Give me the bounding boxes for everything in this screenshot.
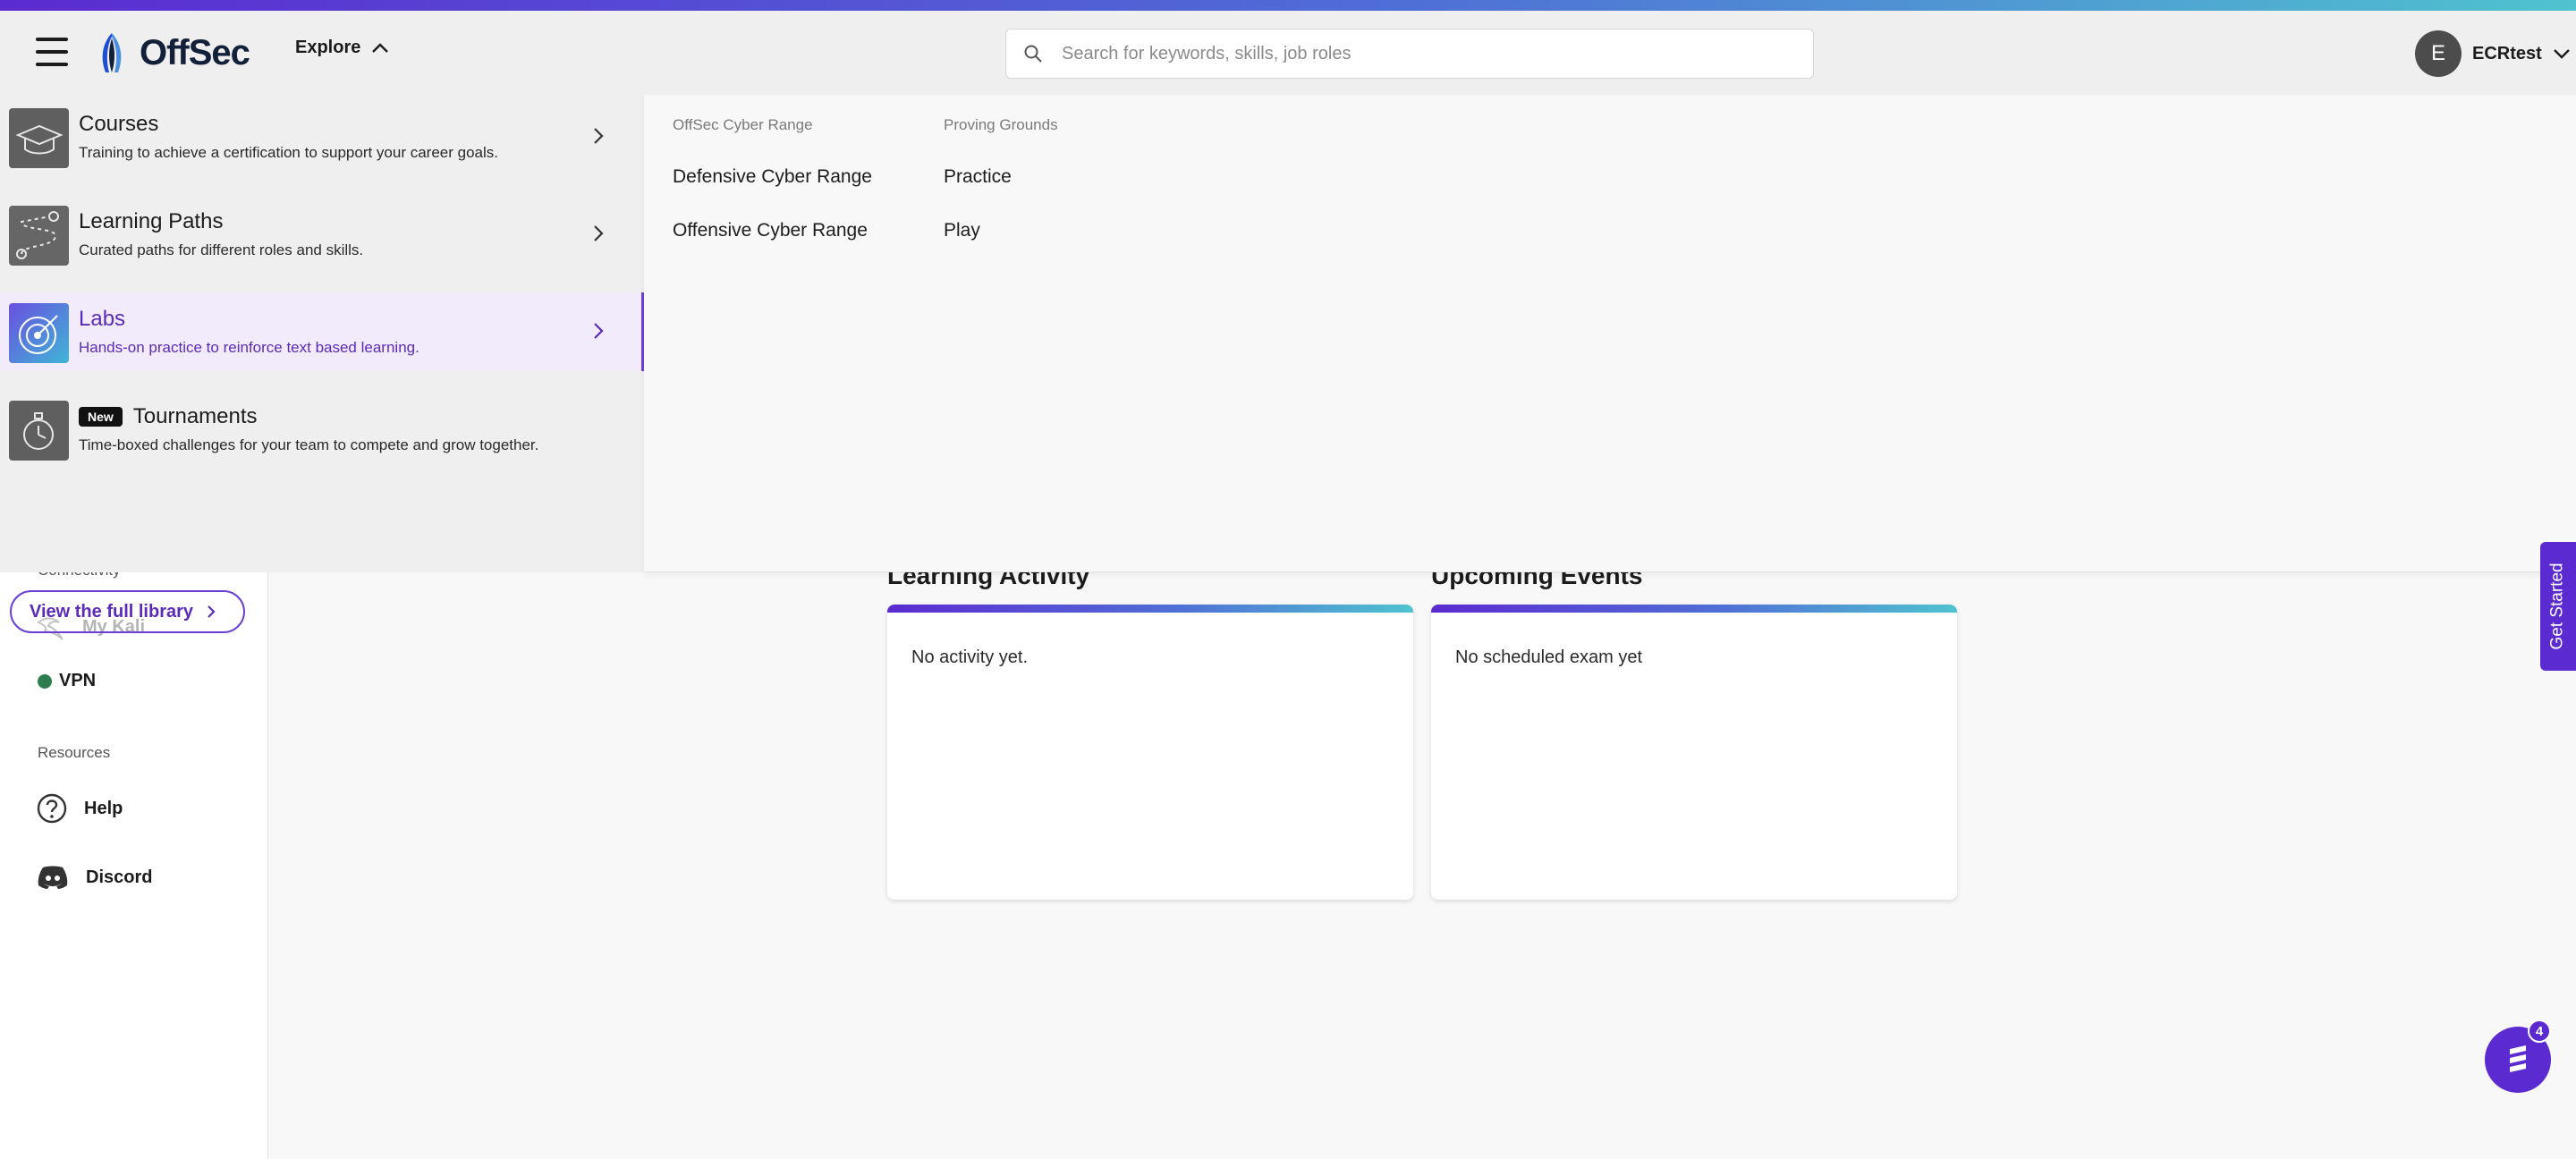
courses-thumbnail [9,108,69,168]
offsec-logo[interactable]: OffSec [93,29,250,77]
explore-submenu-panel: OffSec Cyber Range Defensive Cyber Range… [644,95,2576,572]
upcoming-events-empty-text: No scheduled exam yet [1455,647,1643,667]
defensive-cyber-range-link[interactable]: Defensive Cyber Range [673,166,872,188]
practice-link[interactable]: Practice [944,166,1012,188]
resources-heading: Resources [38,744,111,761]
discord-icon [38,866,68,889]
view-full-library-label: View the full library [30,601,194,622]
sidebar-item-vpn[interactable]: VPN [38,671,96,691]
chevron-right-icon [208,605,216,618]
chevron-up-icon [372,42,389,53]
discord-label: Discord [86,867,153,887]
chevron-right-icon [594,323,604,339]
vpn-label: VPN [59,671,97,690]
tournaments-thumbnail [9,401,69,461]
chevron-right-icon [594,128,604,144]
avatar: E [2415,30,2462,77]
offensive-cyber-range-link[interactable]: Offensive Cyber Range [673,220,868,241]
search-box[interactable] [1005,29,1814,79]
chevron-down-icon [2553,49,2570,59]
chevron-right-icon [594,225,604,241]
explore-label: Explore [295,38,361,57]
explore-dropdown-menu: Courses Training to achieve a certificat… [0,95,644,633]
learning-paths-thumbnail [9,206,69,266]
offsec-logo-icon [102,33,122,72]
help-icon [37,793,67,824]
labs-title: Labs [79,307,126,331]
new-badge: New [79,407,123,427]
brand-name: OffSec [140,32,250,72]
get-started-tab[interactable]: Get Started [2540,542,2576,671]
vpn-status-dot [38,673,52,689]
courses-description: Training to achieve a certification to s… [79,144,499,161]
labs-description: Hands-on practice to reinforce text base… [79,339,419,356]
tournaments-title: Tournaments [132,404,258,428]
sidebar-item-discord[interactable]: Discord [36,864,152,891]
get-started-label: Get Started [2548,563,2568,650]
play-link[interactable]: Play [944,220,980,241]
search-input[interactable] [1062,43,1795,64]
username: ECRtest [2472,43,2542,63]
learning-activity-card: No activity yet. [887,605,1413,900]
chat-logo-icon [2510,1045,2526,1072]
explore-button[interactable]: Explore [295,38,389,58]
courses-title: Courses [79,112,159,136]
sidebar-item-help[interactable]: Help [36,792,123,825]
offsec-cyber-range-heading: OffSec Cyber Range [673,116,813,133]
user-menu[interactable]: E ECRtest [2415,30,2571,77]
explore-item-labs[interactable]: Labs Hands-on practice to reinforce text… [0,292,644,371]
learning-paths-description: Curated paths for different roles and sk… [79,241,364,258]
upcoming-events-card: No scheduled exam yet [1431,605,1957,900]
card-gradient-bar [1431,605,1957,613]
hamburger-menu-icon[interactable] [36,38,68,66]
explore-item-courses[interactable]: Courses Training to achieve a certificat… [0,97,644,176]
learning-activity-empty-text: No activity yet. [911,647,1029,667]
learning-paths-title: Learning Paths [79,209,224,233]
view-full-library-button[interactable]: View the full library [10,590,246,633]
proving-grounds-heading: Proving Grounds [944,116,1058,133]
top-header: OffSec Explore E ECRtest [0,11,2576,95]
chat-notification-badge: 4 [2528,1019,2551,1043]
search-icon [1024,45,1042,63]
help-label: Help [84,798,123,818]
labs-thumbnail [9,303,69,363]
explore-item-learning-paths[interactable]: Learning Paths Curated paths for differe… [0,195,644,274]
explore-item-tournaments[interactable]: New Tournaments Time-boxed challenges fo… [0,390,644,469]
top-gradient-strip [0,0,2576,11]
tournaments-description: Time-boxed challenges for your team to c… [79,436,539,453]
card-gradient-bar [887,605,1413,613]
